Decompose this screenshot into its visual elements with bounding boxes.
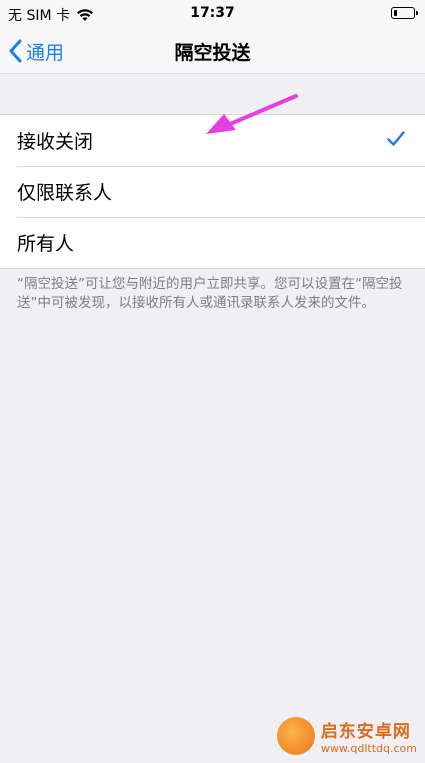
navigation-bar: 通用 隔空投送 [0,28,425,74]
option-label: 接收关闭 [17,131,94,153]
status-bar: 无 SIM 卡 17:37 [0,0,425,28]
option-receiving-off[interactable]: 接收关闭 [0,115,425,166]
status-right [391,7,418,19]
page-title: 隔空投送 [174,42,251,64]
watermark-logo [276,717,315,755]
watermark-text: 启东安卓网 www.qdlttdq.com [321,717,417,755]
option-everyone[interactable]: 所有人 [0,217,425,268]
watermark: 启东安卓网 www.qdlttdq.com [276,717,417,755]
option-label: 所有人 [17,233,75,255]
battery-icon [391,7,418,19]
watermark-url: www.qdlttdq.com [320,742,417,755]
status-time: 17:37 [190,5,235,21]
option-label: 仅限联系人 [17,182,113,204]
option-contacts-only[interactable]: 仅限联系人 [0,166,425,217]
checkmark-icon [387,131,405,146]
airdrop-options-list: 接收关闭 仅限联系人 所有人 [0,114,425,269]
footer-note: “隔空投送”可让您与附近的用户立即共享。您可以设置在“隔空投送”中可被发现，以接… [17,276,403,311]
watermark-name: 启东安卓网 [320,722,411,742]
